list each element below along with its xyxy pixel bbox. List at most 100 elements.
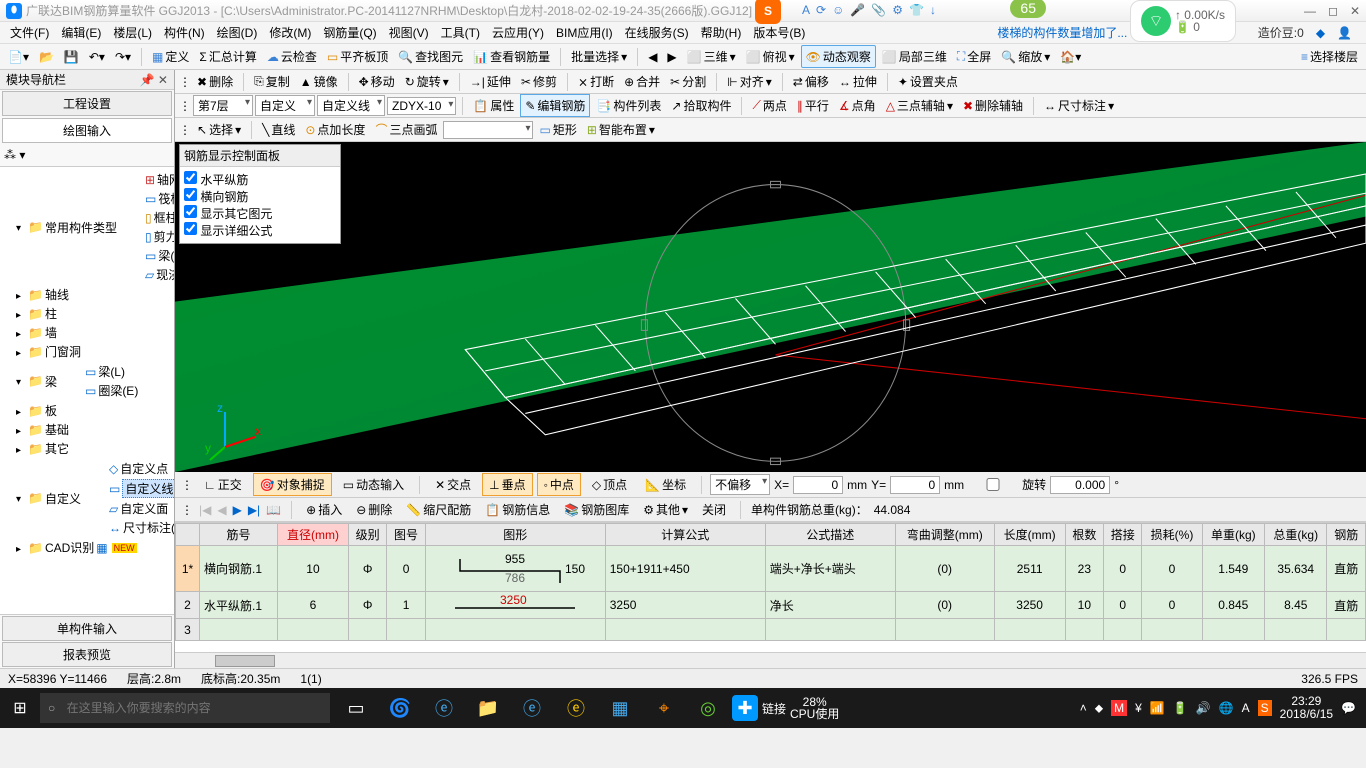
cloudcheck-button[interactable]: ☁云检查 — [263, 46, 321, 67]
trim-btn[interactable]: ✂ 修剪 — [517, 71, 561, 92]
nav-last[interactable]: ▶| — [248, 503, 260, 517]
menu-edit[interactable]: 编辑(E) — [57, 22, 105, 43]
tray-icon[interactable]: A — [1242, 701, 1250, 715]
local3d-button[interactable]: ⬜局部三维 — [878, 46, 951, 67]
tab-draw-input[interactable]: 绘图输入 — [2, 118, 172, 143]
delete-btn[interactable]: ✖ 删除 — [193, 71, 237, 92]
grip-btn[interactable]: ✦ 设置夹点 — [894, 71, 962, 92]
start-button[interactable]: ⊞ — [0, 698, 40, 718]
offset-btn[interactable]: ⇄ 偏移 — [789, 71, 833, 92]
nav-first[interactable]: |◀ — [199, 503, 211, 517]
sogou-icon[interactable]: S — [755, 0, 781, 24]
pin-icon[interactable]: 📌 ✕ — [140, 73, 168, 87]
insert-button[interactable]: ⊕ 插入 — [302, 499, 346, 520]
barlib-button[interactable]: 📚 钢筋图库 — [560, 499, 633, 520]
chk-formula[interactable] — [184, 222, 197, 235]
table-row[interactable]: 1* 横向钢筋.1 10 Φ 0 955 786 150 150+1911+45… — [176, 546, 1366, 592]
rotate-input[interactable] — [1050, 476, 1110, 494]
draw-dropdown[interactable] — [443, 121, 533, 139]
menu-version[interactable]: 版本号(B) — [749, 22, 809, 43]
grip-icon[interactable]: ⋮ — [181, 503, 193, 517]
menu-draw[interactable]: 绘图(D) — [213, 22, 262, 43]
coord-button[interactable]: 📐 坐标 — [638, 473, 693, 496]
scalebar-button[interactable]: 📏 缩尺配筋 — [402, 499, 475, 520]
ptlen-button[interactable]: ⊙ 点加长度 — [301, 119, 369, 140]
app-icon[interactable]: 📁 — [468, 688, 508, 728]
merge-btn[interactable]: ⊕ 合并 — [620, 71, 664, 92]
tray-icon[interactable]: M — [1111, 700, 1127, 716]
prev-button[interactable]: ◀ — [644, 48, 661, 66]
threeaux-button[interactable]: △ 三点辅轴▾ — [882, 95, 957, 116]
balance-button[interactable]: ▭平齐板顶 — [323, 46, 392, 67]
tray-icon[interactable]: 🌐 — [1219, 701, 1234, 715]
align-btn[interactable]: ⊩ 对齐▾ — [723, 71, 776, 92]
sum-button[interactable]: Σ汇总计算 — [195, 46, 260, 67]
tray-icon[interactable]: S — [1258, 700, 1272, 716]
twopt-button[interactable]: ⟋ 两点 — [748, 95, 790, 116]
nav-prev[interactable]: ◀ — [217, 503, 226, 517]
copy-btn[interactable]: ⎘ 复制 — [250, 71, 294, 92]
mirror-btn[interactable]: ▲ 镜像 — [296, 71, 342, 92]
rotate-checkbox[interactable] — [968, 478, 1018, 491]
user-icon[interactable]: 👤 — [1333, 24, 1356, 42]
grip-icon[interactable]: ⋮ — [179, 75, 191, 89]
mid-button[interactable]: ◦ 中点 — [537, 473, 581, 496]
grip-icon[interactable]: ⋮ — [181, 478, 193, 492]
subcategory-dropdown[interactable]: 自定义线 — [317, 95, 385, 116]
split-btn[interactable]: ✂ 分割 — [666, 71, 710, 92]
app-icon[interactable]: ⓔ — [424, 688, 464, 728]
tray-icon[interactable]: ¥ — [1135, 701, 1142, 715]
tray-icon[interactable]: ⬥ — [1095, 701, 1103, 716]
app-icon[interactable]: ⓔ — [556, 688, 596, 728]
topview-button[interactable]: ⬜俯视▾ — [742, 46, 799, 67]
tray-notif-icon[interactable]: 💬 — [1341, 701, 1356, 715]
tab-single-input[interactable]: 单构件输入 — [2, 616, 172, 641]
offset-dropdown[interactable]: 不偏移 — [710, 474, 770, 495]
pick-button[interactable]: ↗ 拾取构件 — [667, 95, 735, 116]
menu-modify[interactable]: 修改(M) — [265, 22, 315, 43]
save-button[interactable]: 💾 — [60, 48, 83, 66]
table-row[interactable]: 2 水平纵筋.1 6 Φ 1 3250 3250 净长 (0) 3250 — [176, 592, 1366, 619]
intersect-button[interactable]: ✕ 交点 — [428, 473, 478, 496]
taskbar-link[interactable]: 链接 — [762, 688, 786, 728]
search-input[interactable] — [67, 701, 322, 715]
menu-bim[interactable]: BIM应用(I) — [552, 22, 617, 43]
y-input[interactable] — [890, 476, 940, 494]
attr-button[interactable]: 📋 属性 — [469, 95, 518, 116]
tab-report-preview[interactable]: 报表预览 — [2, 642, 172, 667]
chk-horiz[interactable] — [184, 171, 197, 184]
line-button[interactable]: ╲ 直线 — [258, 119, 299, 140]
tray-icon[interactable]: 📶 — [1150, 701, 1165, 715]
ptang-button[interactable]: ∡ 点角 — [835, 95, 880, 116]
rotate-btn[interactable]: ↻ 旋转▾ — [401, 71, 453, 92]
tray-up-icon[interactable]: ˄ — [1080, 701, 1087, 715]
find-button[interactable]: 🔍查找图元 — [394, 46, 467, 67]
rect-button[interactable]: ▭ 矩形 — [535, 119, 580, 140]
menu-cloud[interactable]: 云应用(Y) — [488, 22, 548, 43]
tray-icon[interactable]: 🔊 — [1196, 701, 1211, 715]
perp-button[interactable]: ⊥ 垂点 — [482, 473, 532, 496]
taskview-icon[interactable]: ▭ — [336, 688, 376, 728]
fullscreen-button[interactable]: ⛶全屏 — [953, 46, 995, 67]
parallel-button[interactable]: ∥ 平行 — [793, 95, 833, 116]
dynview-button[interactable]: 👁动态观察 — [801, 45, 876, 68]
batch-button[interactable]: 批量选择▾ — [567, 46, 631, 67]
delaux-button[interactable]: ✖ 删除辅轴 — [959, 95, 1027, 116]
tree-selected-item[interactable]: ▭自定义线(X)▦NE — [97, 478, 174, 499]
app-icon[interactable]: ⌖ — [644, 688, 684, 728]
taskbar-search[interactable]: ○ — [40, 693, 330, 723]
checkbar-button[interactable]: 📊查看钢筋量 — [469, 46, 554, 67]
ortho-button[interactable]: ∟ 正交 — [197, 473, 249, 496]
next-button[interactable]: ▶ — [663, 48, 680, 66]
undo-button[interactable]: ↶▾ — [85, 48, 109, 66]
redo-button[interactable]: ↷▾ — [111, 48, 135, 66]
editbar-button[interactable]: ✎ 编辑钢筋 — [520, 94, 590, 117]
tree-view[interactable]: 📁常用构件类型 ⊞轴网(J) ▭筏板基础(M) ▯框柱(Z) ▯剪力墙(Q) ▭… — [0, 167, 174, 614]
osnap-button[interactable]: 🎯 对象捕捉 — [253, 473, 332, 496]
menu-tool[interactable]: 工具(T) — [437, 22, 484, 43]
other-button[interactable]: ⚙ 其他▾ — [639, 499, 692, 520]
app-icon[interactable]: 🌀 — [380, 688, 420, 728]
tip-text[interactable]: 楼梯的构件数量增加了... — [993, 22, 1131, 43]
minimize-button[interactable]: — — [1304, 4, 1316, 18]
grip-icon[interactable]: ⋮ — [179, 99, 191, 113]
